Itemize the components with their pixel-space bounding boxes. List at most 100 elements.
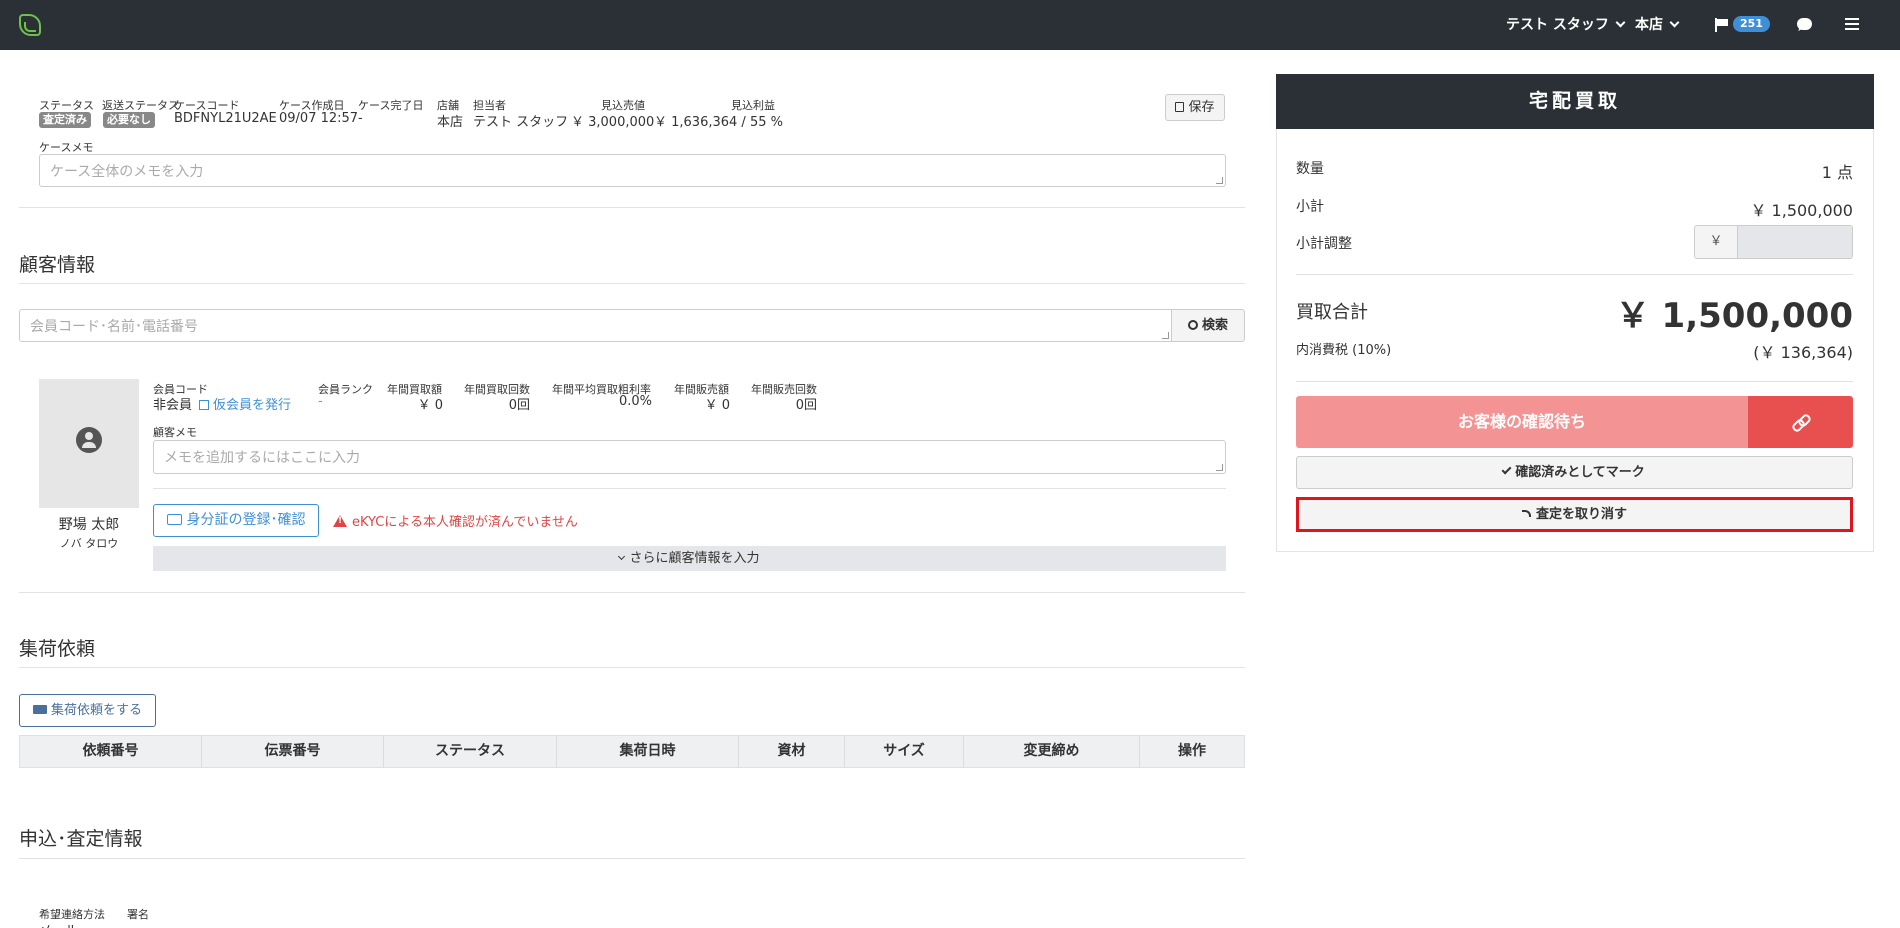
issue-temp-member-link[interactable]: 仮会員を発行	[199, 394, 291, 413]
case-completed-value: -	[358, 111, 363, 126]
warning-icon	[333, 515, 347, 527]
quantity-label: 数量	[1296, 161, 1324, 177]
application-section-title: 申込･査定情報	[19, 828, 143, 850]
case-created-value: 09/07 12:57	[279, 111, 359, 126]
mark-confirmed-label: 確認済みとしてマーク	[1515, 465, 1645, 480]
user-icon	[76, 427, 102, 453]
case-memo-label: ケースメモ	[39, 141, 94, 154]
yen-prefix: ￥	[1695, 226, 1738, 258]
divider	[19, 207, 1245, 208]
cancel-appraisal-button[interactable]: 査定を取り消す	[1296, 497, 1853, 532]
app-logo-icon[interactable]	[19, 14, 41, 36]
save-icon	[1175, 102, 1185, 112]
contact-method-value: メール	[39, 920, 78, 928]
id-card-icon	[166, 514, 182, 525]
id-register-label: 身分証の登録･確認	[186, 512, 306, 528]
column-header: ステータス	[384, 736, 557, 767]
ekyc-warning-text: eKYCによる本人確認が済んでいません	[352, 515, 578, 530]
truck-icon	[32, 705, 47, 714]
chevron-down-icon	[1669, 17, 1680, 28]
top-navbar: テスト スタッフ 本店 251	[0, 0, 1900, 50]
case-status-label: ステータス	[39, 99, 94, 112]
search-button-label: 検索	[1201, 318, 1228, 333]
case-code-value: BDFNYL21U2AE	[174, 111, 277, 126]
chevron-down-icon	[1615, 17, 1626, 28]
store-value: 本店	[437, 115, 464, 130]
divider	[19, 667, 1245, 668]
search-icon	[1187, 320, 1198, 330]
column-header: 変更締め	[964, 736, 1140, 767]
customer-section-title: 顧客情報	[19, 254, 96, 276]
notification-count-badge: 251	[1733, 16, 1770, 32]
cancel-appraisal-label: 査定を取り消す	[1535, 507, 1627, 522]
hamburger-menu-icon[interactable]	[1845, 18, 1859, 30]
ekyc-warning: eKYCによる本人確認が済んでいません	[333, 511, 578, 530]
divider	[19, 283, 1245, 284]
customer-search-input[interactable]: 会員コード･名前･電話番号	[19, 309, 1172, 342]
signature-label: 署名	[127, 908, 149, 921]
subtotal-adjust-input[interactable]	[1738, 226, 1852, 258]
tax-label: 内消費税 (10%)	[1296, 343, 1392, 358]
save-button-label: 保存	[1188, 100, 1215, 115]
subtotal-adjust-input-group: ￥	[1694, 225, 1853, 259]
staff-value: テスト スタッフ	[473, 115, 569, 130]
customer-memo-placeholder: メモを追加するにはここに入力	[164, 450, 360, 466]
divider	[19, 592, 1245, 593]
mark-confirmed-button[interactable]: 確認済みとしてマーク	[1296, 456, 1853, 489]
pickup-request-label: 集荷依頼をする	[50, 703, 142, 718]
pickup-request-button[interactable]: 集荷依頼をする	[19, 694, 156, 727]
quantity-value: 1 点	[1821, 163, 1853, 182]
customer-search-placeholder: 会員コード･名前･電話番号	[30, 319, 198, 335]
link-icon	[1793, 414, 1809, 430]
annual-avg-margin-value: 0.0%	[618, 394, 652, 409]
divider	[1296, 381, 1853, 382]
id-register-button[interactable]: 身分証の登録･確認	[153, 504, 319, 537]
case-completed-label: ケース完了日	[358, 99, 424, 112]
awaiting-customer-confirmation-button[interactable]: お客様の確認待ち	[1296, 396, 1748, 448]
column-header: 集荷日時	[557, 736, 739, 767]
customer-memo-label: 顧客メモ	[153, 426, 197, 439]
pickup-table-header: 依頼番号 伝票番号 ステータス 集荷日時 資材 サイズ 変更締め 操作	[19, 735, 1245, 768]
annual-purchase-amount-value: ￥ 0	[417, 398, 443, 413]
annual-sales-count-value: 0回	[795, 398, 817, 413]
check-icon	[1501, 464, 1512, 475]
annual-purchase-count-value: 0回	[508, 398, 530, 413]
total-label: 買取合計	[1296, 302, 1368, 323]
case-memo-textarea[interactable]: ケース全体のメモを入力	[39, 154, 1226, 187]
external-link-icon	[199, 400, 209, 410]
more-customer-info-button[interactable]: さらに顧客情報を入力	[153, 546, 1226, 571]
member-rank-value: -	[318, 394, 323, 409]
return-status-label: 返送ステータス	[102, 99, 179, 112]
column-header: サイズ	[845, 736, 964, 767]
case-memo-placeholder: ケース全体のメモを入力	[50, 164, 204, 180]
expected-sales-value: ￥ 3,000,000	[571, 115, 655, 130]
notifications-button[interactable]: 251	[1715, 0, 1770, 50]
column-header: 依頼番号	[20, 736, 202, 767]
annual-sales-amount-value: ￥ 0	[704, 398, 730, 413]
tax-value: (￥ 136,364)	[1753, 343, 1853, 362]
chat-icon[interactable]	[1797, 18, 1812, 30]
customer-avatar	[39, 379, 139, 508]
save-button[interactable]: 保存	[1165, 94, 1225, 121]
customer-memo-textarea[interactable]: メモを追加するにはここに入力	[153, 440, 1226, 474]
copy-link-button[interactable]	[1748, 396, 1853, 448]
more-customer-info-label: さらに顧客情報を入力	[629, 551, 760, 566]
divider	[1296, 274, 1853, 275]
return-status-badge: 必要なし	[103, 112, 155, 128]
subtotal-label: 小計	[1296, 199, 1324, 215]
store-menu[interactable]: 本店	[1635, 0, 1680, 50]
customer-search-button[interactable]: 検索	[1171, 309, 1245, 342]
column-header: 操作	[1178, 743, 1206, 759]
undo-icon	[1521, 510, 1531, 517]
subtotal-value: ￥ 1,500,000	[1750, 201, 1853, 220]
customer-name: 野場 太郎	[58, 517, 120, 533]
divider	[19, 858, 1245, 859]
subtotal-adjust-label: 小計調整	[1296, 236, 1352, 252]
summary-title: 宅配買取	[1276, 74, 1874, 129]
chevron-down-icon	[618, 552, 626, 561]
total-value: ￥ 1,500,000	[1615, 296, 1853, 336]
expected-profit-value: ￥ 1,636,364 / 55 %	[654, 115, 783, 130]
pickup-section-title: 集荷依頼	[19, 638, 96, 660]
user-menu[interactable]: テスト スタッフ	[1506, 0, 1626, 50]
column-header: 伝票番号	[202, 736, 384, 767]
